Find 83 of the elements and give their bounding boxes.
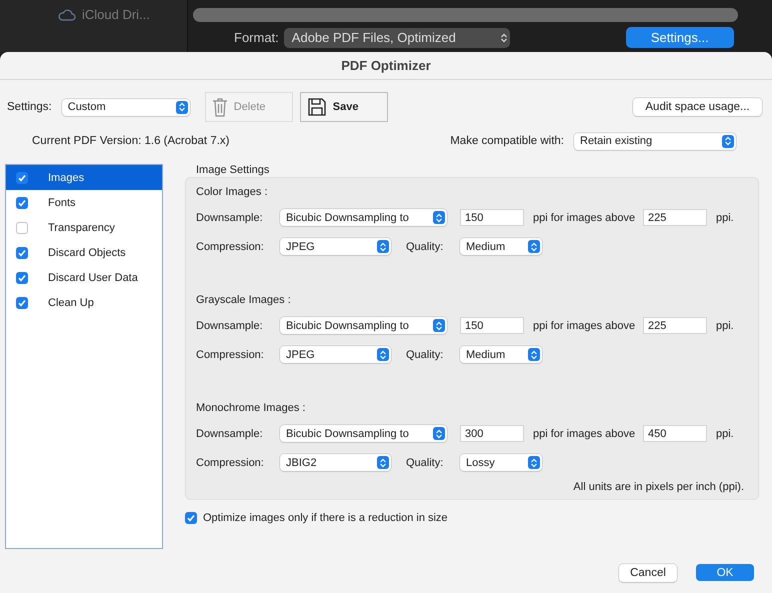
quality-dropdown[interactable]: Medium — [460, 346, 542, 363]
chevron-icon — [528, 456, 540, 469]
section-title: Monochrome Images : — [196, 402, 306, 416]
checkbox[interactable] — [185, 512, 197, 524]
quality-dropdown[interactable]: Lossy — [460, 454, 542, 471]
quality-dropdown[interactable]: Medium — [460, 238, 542, 255]
checkbox[interactable] — [16, 272, 28, 284]
downsample-label: Downsample: — [196, 428, 264, 440]
downsample-label: Downsample: — [196, 212, 264, 224]
downsample-label: Downsample: — [196, 320, 264, 332]
checkbox[interactable] — [16, 172, 28, 184]
section-title: Grayscale Images : — [196, 294, 292, 308]
settings-button[interactable]: Settings... — [626, 27, 734, 48]
threshold-label: ppi for images above — [533, 428, 636, 440]
units-note: All units are in pixels per inch (ppi). — [572, 481, 745, 493]
category-item[interactable]: Transparency — [6, 215, 162, 240]
cancel-button[interactable]: Cancel — [619, 564, 677, 582]
format-dropdown[interactable]: Adobe PDF Files, Optimized — [284, 28, 510, 48]
chevron-icon — [722, 134, 734, 148]
icloud-item[interactable]: iCloud Dri... — [58, 7, 150, 22]
chevron-icon — [176, 100, 188, 114]
chevron-icon — [433, 211, 445, 224]
downsample-dropdown[interactable]: Bicubic Downsampling to — [280, 425, 447, 442]
quality-label: Quality: — [406, 348, 444, 360]
ok-button[interactable]: OK — [696, 564, 754, 581]
pdf-version-text: Current PDF Version: 1.6 (Acrobat 7.x) — [32, 135, 230, 147]
category-item[interactable]: Discard User Data — [6, 265, 162, 290]
audit-space-usage-button[interactable]: Audit space usage... — [633, 98, 762, 116]
chevron-icon — [433, 319, 445, 332]
category-item[interactable]: Images — [6, 165, 162, 190]
chevron-icon — [528, 240, 540, 253]
chevron-icon — [433, 427, 445, 440]
panel-title: Image Settings — [196, 164, 270, 176]
category-item[interactable]: Fonts — [6, 190, 162, 215]
category-item[interactable]: Discard Objects — [6, 240, 162, 265]
optimize-option-label: Optimize images only if there is a reduction in size — [203, 512, 448, 524]
threshold-label: ppi for images above — [533, 212, 636, 224]
threshold-field[interactable]: 450 — [643, 425, 707, 442]
dialog-title: PDF Optimizer — [0, 52, 772, 80]
horizontal-scrollbar[interactable] — [193, 8, 738, 22]
category-label: Discard Objects — [48, 246, 126, 258]
trash-icon — [212, 97, 228, 117]
unit-label: ppi. — [716, 212, 734, 224]
cloud-icon — [58, 8, 76, 20]
compression-label: Compression: — [196, 240, 265, 252]
unit-label: ppi. — [716, 320, 734, 332]
downsample-dropdown[interactable]: Bicubic Downsampling to — [280, 209, 447, 226]
settings-label: Settings: — [7, 101, 52, 113]
threshold-label: ppi for images above — [533, 320, 636, 332]
settings-dropdown[interactable]: Custom — [62, 98, 190, 116]
category-label: Fonts — [48, 196, 76, 208]
section-title: Color Images : — [196, 186, 269, 200]
checkbox[interactable] — [16, 246, 28, 258]
save-button[interactable]: Save — [300, 92, 388, 122]
chevron-icon — [377, 348, 389, 361]
threshold-field[interactable]: 225 — [643, 317, 707, 334]
compression-dropdown[interactable]: JPEG — [280, 238, 391, 255]
resolution-field[interactable]: 300 — [460, 425, 524, 442]
compatibility-dropdown[interactable]: Retain existing — [574, 132, 736, 150]
category-item[interactable]: Clean Up — [6, 290, 162, 315]
compression-label: Compression: — [196, 456, 265, 468]
checkbox[interactable] — [16, 296, 28, 308]
chevron-icon — [528, 348, 540, 361]
format-label: Format: — [234, 30, 279, 45]
chevron-icon — [377, 240, 389, 253]
compression-dropdown[interactable]: JPEG — [280, 346, 391, 363]
checkbox[interactable] — [16, 196, 28, 208]
unit-label: ppi. — [716, 428, 734, 440]
category-label: Images — [48, 172, 84, 184]
chevron-icon — [377, 456, 389, 469]
threshold-field[interactable]: 225 — [643, 209, 707, 226]
category-label: Clean Up — [48, 296, 94, 308]
downsample-dropdown[interactable]: Bicubic Downsampling to — [280, 317, 447, 334]
category-label: Transparency — [48, 222, 115, 234]
resolution-field[interactable]: 150 — [460, 209, 524, 226]
quality-label: Quality: — [406, 456, 444, 468]
checkbox[interactable] — [16, 222, 28, 234]
compression-dropdown[interactable]: JBIG2 — [280, 454, 391, 471]
category-label: Discard User Data — [48, 272, 138, 284]
quality-label: Quality: — [406, 240, 444, 252]
resolution-field[interactable]: 150 — [460, 317, 524, 334]
compression-label: Compression: — [196, 348, 265, 360]
compatibility-label: Make compatible with: — [450, 135, 564, 147]
